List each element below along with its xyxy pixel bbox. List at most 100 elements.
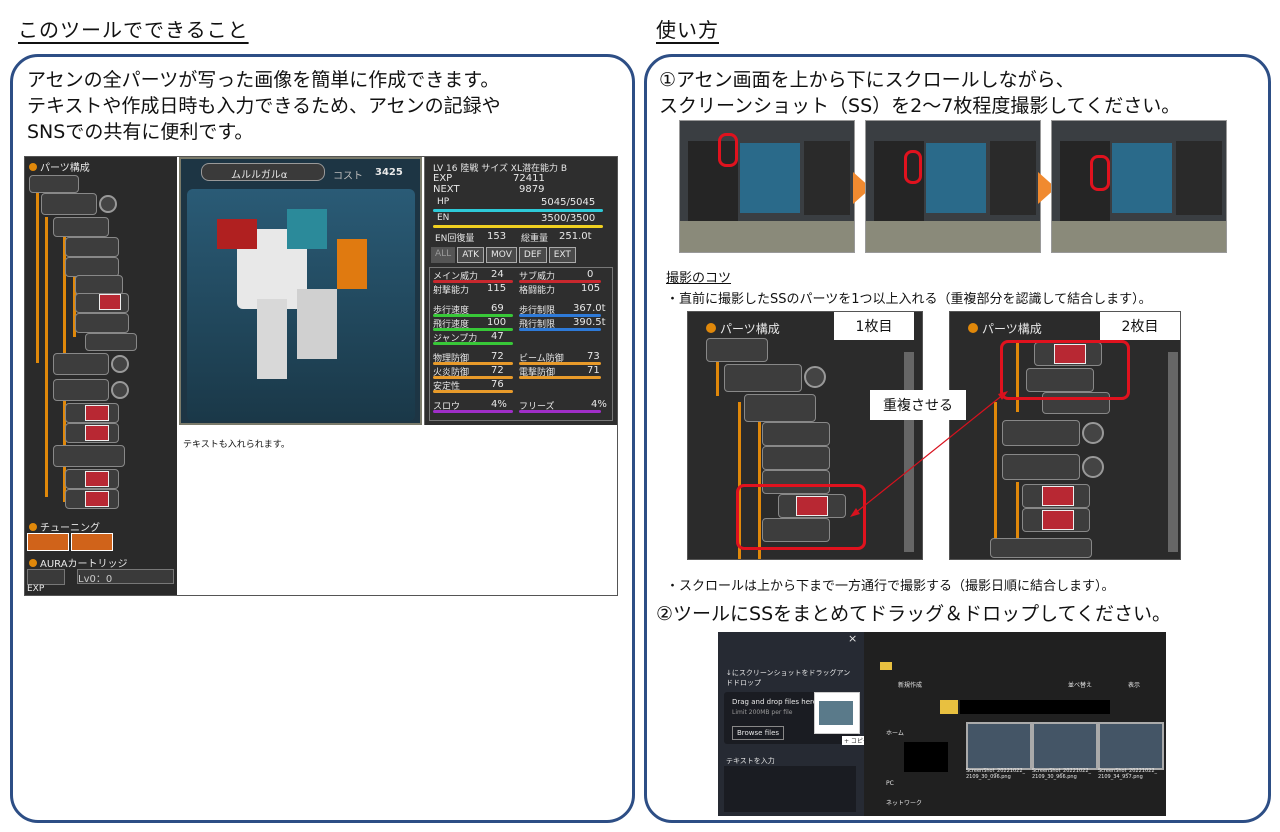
part-slot[interactable] [1042, 510, 1074, 530]
en-label: EN [437, 213, 450, 223]
part-slot[interactable] [1002, 420, 1080, 446]
address-bar[interactable] [960, 700, 1110, 714]
en-recover-label: EN回復量 [435, 234, 475, 244]
file-thumbnail[interactable] [966, 722, 1032, 770]
tuning-chip[interactable] [27, 533, 69, 551]
part-slot[interactable] [99, 294, 121, 310]
total-weight-value: 251.0t [559, 231, 592, 242]
result-image: パーツ構成 チューニング AURAカートリッジ Lv0：0 EXP ムルルガルα… [24, 156, 618, 596]
step1-line2: スクリーンショット（SS）を2～7枚程度撮影してください。 [659, 95, 1181, 117]
tab-mov[interactable]: MOV [486, 247, 517, 263]
part-slot[interactable] [53, 379, 109, 401]
shot-2-label: 2枚目 [1100, 312, 1180, 340]
stat-value: 76 [491, 379, 504, 390]
tip-2: ・スクロールは上から下まで一方通行で撮影する（撮影日順に結合します）。 [666, 579, 1115, 594]
part-slot[interactable] [53, 445, 125, 467]
part-slot[interactable] [85, 333, 137, 351]
stat-value: 4% [591, 399, 607, 410]
tab-ext[interactable]: EXT [548, 247, 576, 263]
part-slot[interactable] [29, 175, 79, 193]
drag-text: Drag and drop files here [732, 698, 818, 706]
nav-network[interactable]: ネットワーク [886, 798, 922, 807]
total-weight-label: 総重量 [521, 234, 549, 244]
part-slot[interactable] [85, 491, 109, 507]
part-slot[interactable] [762, 446, 830, 470]
robot-stage [187, 189, 415, 421]
stat-value: 72 [491, 351, 504, 362]
part-slot[interactable] [724, 364, 802, 392]
bullet-icon [29, 163, 37, 171]
aura-label: AURAカートリッジ [29, 555, 128, 570]
limit-text: Limit 200MB per file [732, 709, 793, 716]
file-name: ScreenShot_20221022_2109_30_096.png [966, 768, 1026, 780]
view-button[interactable]: 表示 [1128, 680, 1140, 689]
file-name: ScreenShot_20221022_2109_34_957.png [1098, 768, 1158, 780]
part-slot[interactable] [75, 313, 129, 333]
tuning-chip[interactable] [71, 533, 113, 551]
part-slot[interactable] [53, 217, 109, 237]
step-2: ②ツールにSSをまとめてドラッグ＆ドロップしてください。 [656, 603, 1172, 625]
file-name: ScreenShot_20221022_2109_30_966.png [1032, 768, 1092, 780]
part-slot[interactable] [744, 394, 816, 422]
nav-home[interactable]: ホーム [886, 728, 904, 737]
part-slot[interactable] [706, 338, 768, 362]
tool-screenshot: × ↓にスクリーンショットをドラッグアンドドロップ Drag and drop … [718, 632, 1166, 816]
close-icon[interactable]: × [848, 632, 857, 645]
dragged-file [814, 692, 860, 734]
stat-label: 射撃能力 [433, 286, 470, 296]
part-slot[interactable] [75, 275, 123, 295]
part-toggle[interactable] [111, 355, 129, 373]
nav-pc[interactable]: PC [886, 780, 894, 787]
sort-button[interactable]: 並べ替え [1068, 680, 1092, 689]
stat-value: 115 [487, 283, 507, 294]
stat-value: 100 [487, 317, 507, 328]
part-toggle[interactable] [99, 195, 117, 213]
text-input-label: テキストを入力 [726, 757, 775, 765]
parts-title: パーツ構成 [29, 159, 90, 174]
tab-all[interactable]: ALL [431, 247, 456, 263]
cost-label: コスト [333, 171, 363, 182]
new-button[interactable]: 新規作成 [898, 680, 922, 689]
browse-button[interactable]: Browse files [732, 726, 785, 740]
part-toggle[interactable] [804, 366, 826, 388]
tab-atk[interactable]: ATK [457, 247, 485, 263]
part-slot[interactable] [65, 257, 119, 277]
part-slot[interactable] [65, 237, 119, 257]
aura-level: Lv0：0 [77, 569, 174, 585]
part-slot[interactable] [762, 422, 830, 446]
part-toggle[interactable] [1082, 456, 1104, 478]
aura-slot[interactable] [27, 569, 65, 585]
file-thumbnail[interactable] [1098, 722, 1164, 770]
part-slot[interactable] [990, 538, 1092, 558]
robot-viewer: ムルルガルα コスト 3425 [179, 157, 422, 425]
part-slot[interactable] [53, 353, 109, 375]
stat-value: 73 [587, 351, 600, 362]
part-slot[interactable] [41, 193, 97, 215]
tab-def[interactable]: DEF [518, 247, 547, 263]
part-slot[interactable] [85, 405, 109, 421]
robot-name: ムルルガルα [231, 170, 288, 181]
left-heading: このツールでできること [18, 18, 249, 42]
tip-1: ・直前に撮影したSSのパーツを1つ以上入れる（重複部分を認識して結合します）。 [666, 292, 1152, 307]
stat-value: 69 [491, 303, 504, 314]
zoom-title: パーツ構成 [706, 320, 780, 337]
highlight-box [718, 133, 738, 167]
exp-label: EXP [433, 173, 453, 184]
part-toggle[interactable] [1082, 422, 1104, 444]
next-label: NEXT [433, 184, 460, 195]
part-slot[interactable] [1042, 486, 1074, 506]
folder-icon [940, 700, 958, 714]
text-input[interactable] [724, 766, 856, 812]
part-slot[interactable] [85, 425, 109, 441]
stat-value: 367.0t [573, 303, 606, 314]
stat-value: 24 [491, 269, 504, 280]
cost-value: 3425 [375, 167, 403, 178]
exp-value: 72411 [513, 173, 545, 184]
part-slot[interactable] [85, 471, 109, 487]
part-slot[interactable] [1002, 454, 1080, 480]
stat-value: 105 [581, 283, 601, 294]
part-toggle[interactable] [111, 381, 129, 399]
file-thumbnail[interactable] [1032, 722, 1098, 770]
stat-tabs: ALL ATK MOV DEF EXT [431, 247, 576, 263]
lv-line: LV 16 陸戦 サイズ XL潜在能力 B [433, 164, 568, 174]
